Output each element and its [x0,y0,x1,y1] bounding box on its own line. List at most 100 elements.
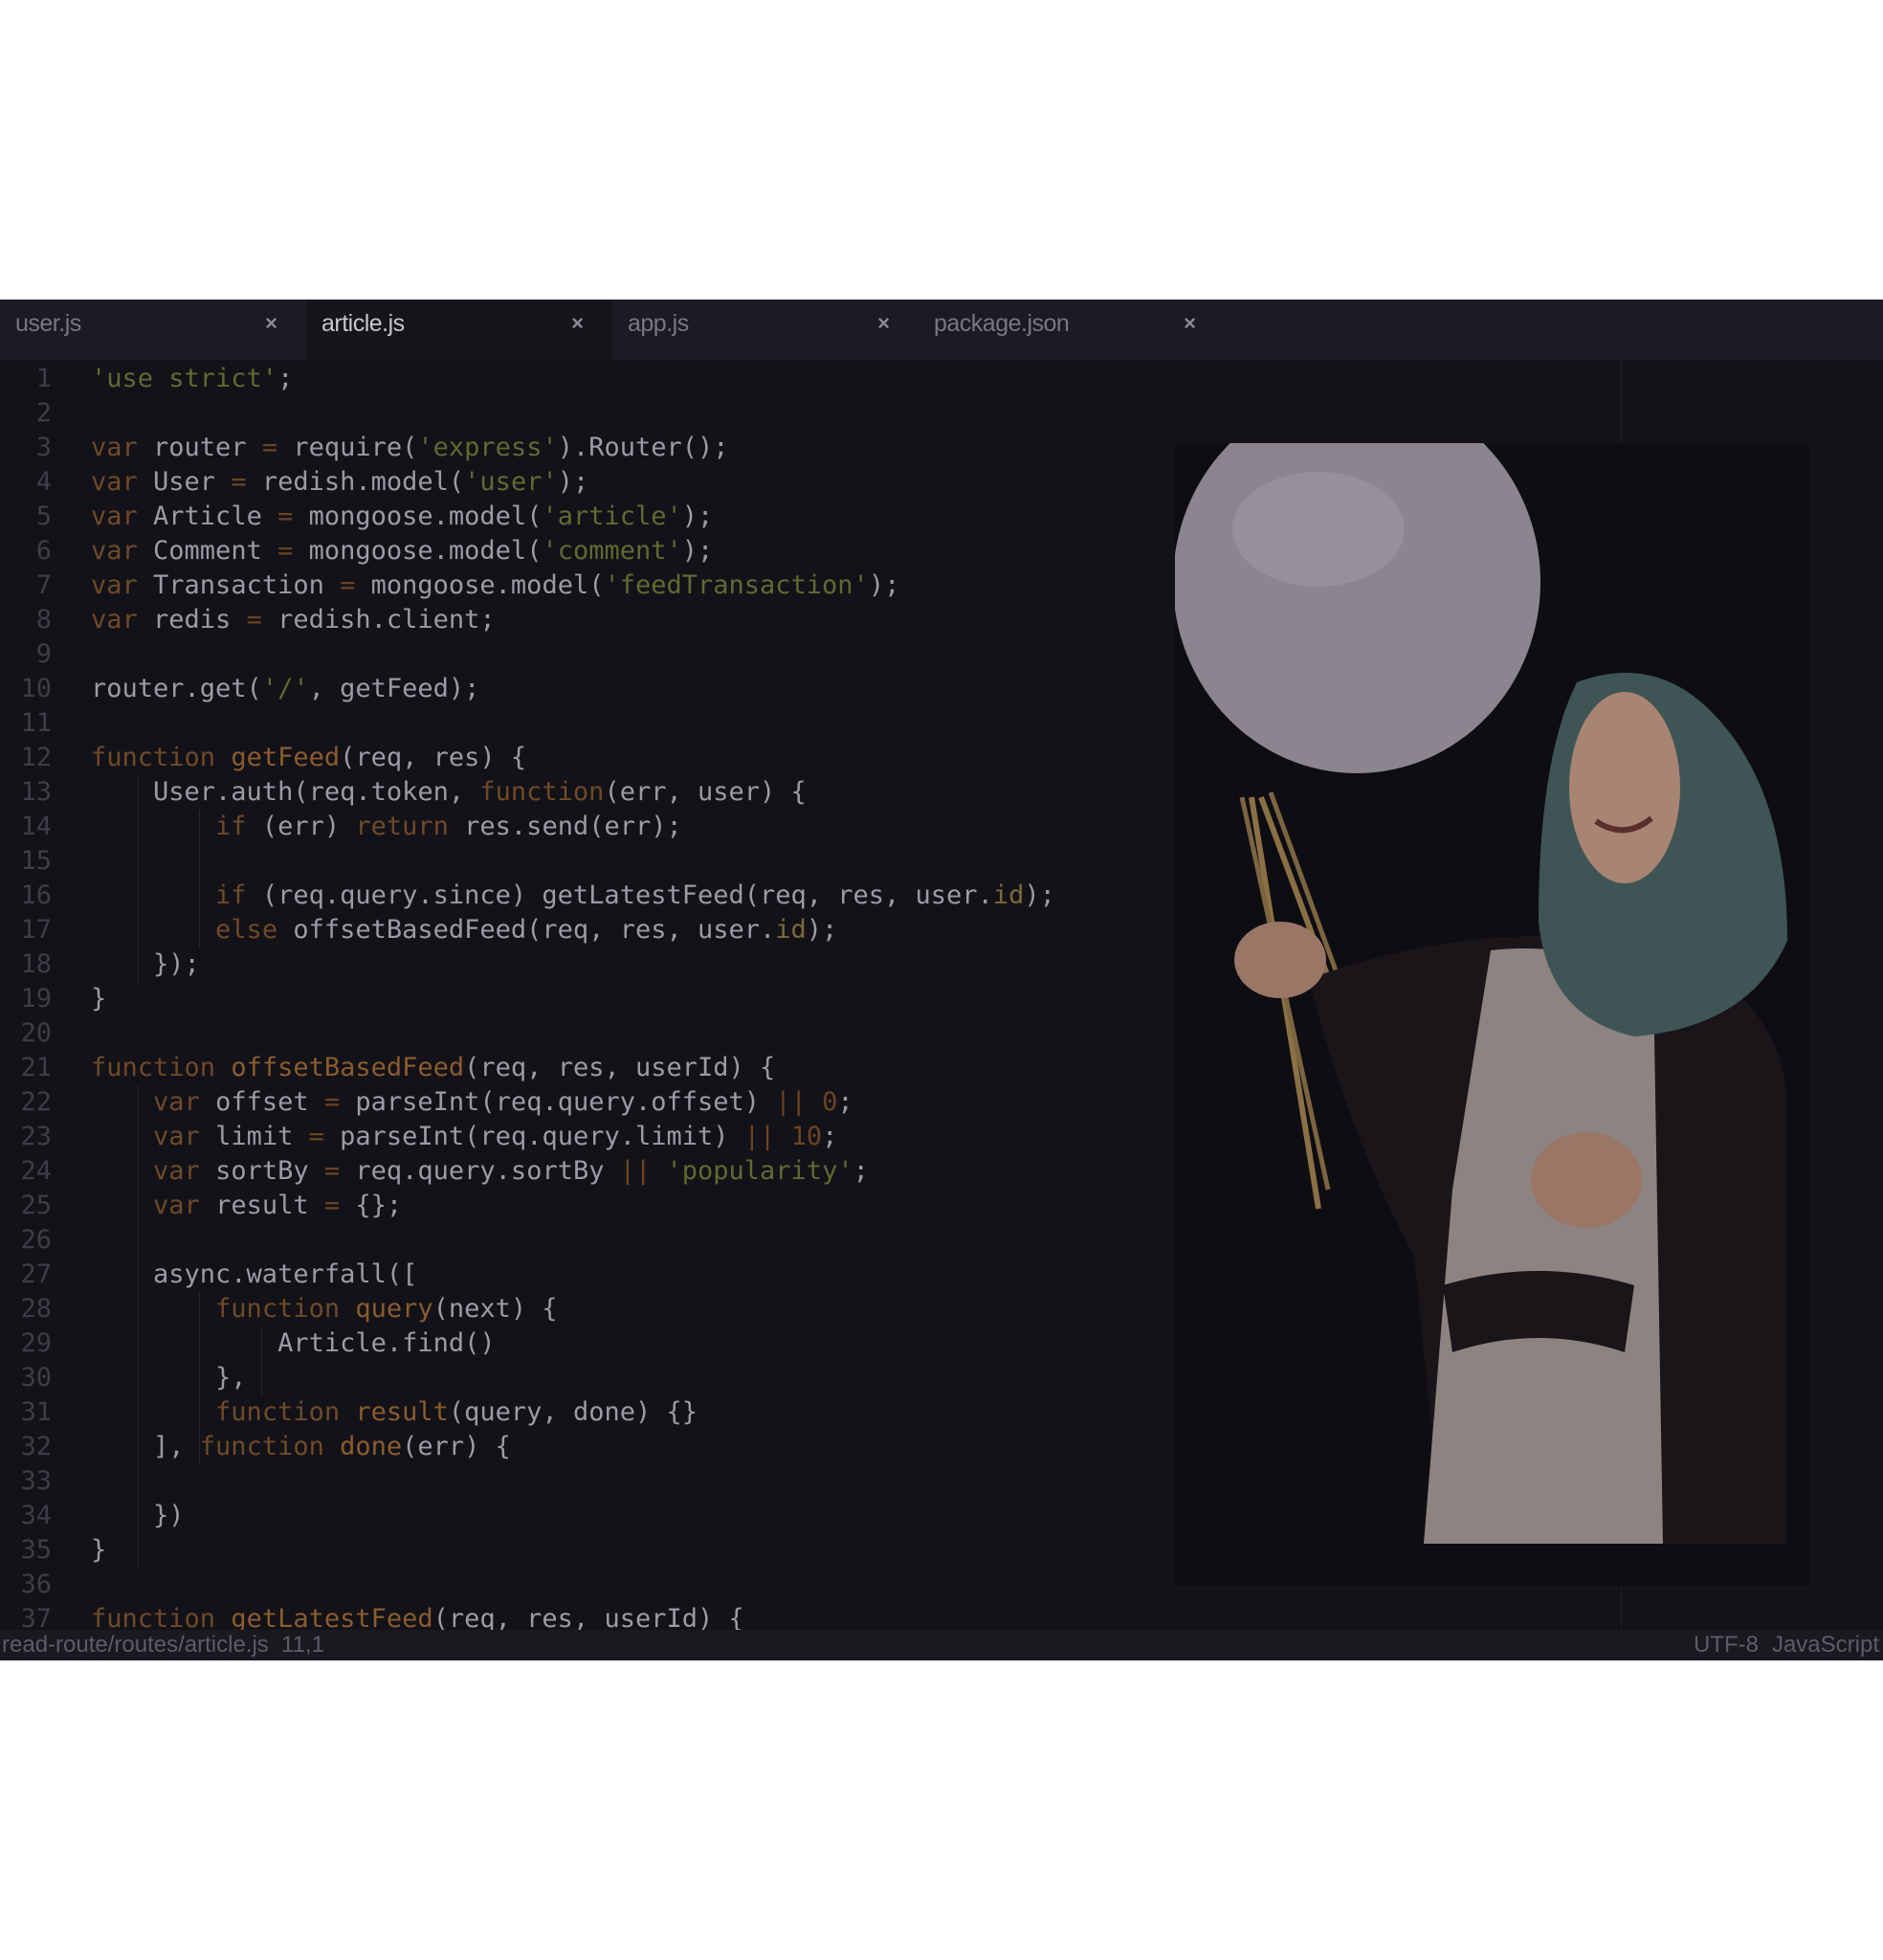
tab-user-js[interactable]: user.js × [0,300,306,360]
code-text: var Comment = mongoose.model('comment'); [91,534,713,568]
status-cursor-position[interactable]: 11,1 [281,1626,324,1660]
line-number: 9 [35,639,52,669]
line-number: 11 [20,708,52,738]
code-token: (next) { [432,1294,558,1324]
code-token: = [323,1191,341,1220]
code-token: redish.client; [261,605,496,635]
code-token: = [277,501,294,531]
code-token: Comment [137,536,278,566]
code-token: mongoose.model( [355,570,605,600]
code-token: parseInt(req.query.limit) [323,1122,744,1151]
code-text: router.get('/', getFeed); [91,672,479,706]
line-number: 1 [35,364,52,393]
code-token: function [215,1397,341,1427]
code-text: }); [91,947,200,982]
code-text: var Transaction = mongoose.model('feedTr… [91,568,899,603]
code-token: , getFeed); [308,674,480,703]
code-token: 'feedTransaction' [604,570,869,600]
code-token: var [91,501,138,531]
code-text: function query(next) { [91,1292,558,1326]
status-encoding[interactable]: UTF-8 [1694,1626,1759,1660]
code-text: Article.find() [91,1326,496,1361]
line-number: 12 [20,743,52,772]
code-token: 10 [790,1122,823,1151]
code-token: var [153,1156,200,1186]
tab-label: article.js [321,310,405,337]
code-token: User.auth(req.token, [91,777,480,807]
code-token: = [277,536,294,566]
code-line[interactable]: 2 [0,396,1621,431]
code-token: ); [681,501,714,531]
tab-package-json[interactable]: package.json × [919,300,1225,360]
line-number: 8 [35,605,52,635]
code-text: function result(query, done) {} [91,1395,698,1430]
code-token: redis [137,605,247,635]
code-token: ); [868,570,900,600]
code-token: id [992,880,1025,910]
status-language[interactable]: JavaScript [1772,1626,1879,1660]
code-token: = [231,467,247,497]
code-text: var Article = mongoose.model('article'); [91,500,713,534]
code-line[interactable]: 1 'use strict'; [0,362,1621,396]
line-number: 13 [20,777,52,807]
code-token: mongoose.model( [293,501,543,531]
code-token: router.get( [91,674,262,703]
code-token: ); [806,915,838,945]
tab-article-js[interactable]: article.js × [306,300,612,360]
close-icon[interactable]: × [877,300,890,347]
line-number: 7 [35,570,52,600]
close-icon[interactable]: × [571,300,584,347]
code-token: result [355,1397,449,1427]
line-number: 30 [20,1363,52,1392]
code-token: offsetBasedFeed(req, res, user. [277,915,776,945]
code-token: ; [853,1156,869,1186]
code-text: var User = redish.model('user'); [91,465,588,500]
line-number: 34 [20,1501,52,1530]
code-token: = [323,1087,341,1117]
line-number: 15 [20,846,52,876]
indent-guide [137,1085,139,1568]
code-token: || [775,1087,807,1117]
code-token: ); [681,536,714,566]
code-token: result [199,1191,324,1220]
code-token: 'popularity' [666,1156,853,1186]
code-token: var [91,605,138,635]
code-token: 'use strict' [91,364,278,393]
code-token: function [91,743,216,772]
code-token: (query, done) {} [448,1397,698,1427]
code-token: Article.find() [91,1328,496,1358]
code-text: 'use strict'; [91,362,293,396]
tab-label: user.js [15,310,81,337]
tab-app-js[interactable]: app.js × [612,300,919,360]
code-text: function getFeed(req, res) { [91,741,526,775]
code-text: else offsetBasedFeed(req, res, user.id); [91,913,837,947]
line-number: 26 [20,1225,52,1255]
code-token: id [775,915,807,945]
code-token: Article [137,501,278,531]
tab-label: package.json [934,310,1070,337]
code-token: (err) [246,812,356,841]
line-number: 23 [20,1122,52,1151]
close-icon[interactable]: × [1184,300,1196,347]
code-text: }, [91,1361,247,1395]
code-token: (req, res, userId) { [464,1053,776,1082]
code-token: ; [837,1087,853,1117]
line-number: 27 [20,1259,52,1289]
line-number: 24 [20,1156,52,1186]
code-token: offset [199,1087,324,1117]
line-number: 31 [20,1397,52,1427]
close-icon[interactable]: × [265,300,277,347]
photo-woman-with-balloon [1175,443,1809,1586]
code-token: ; [822,1122,838,1151]
code-text: ], function done(err) { [91,1430,511,1464]
